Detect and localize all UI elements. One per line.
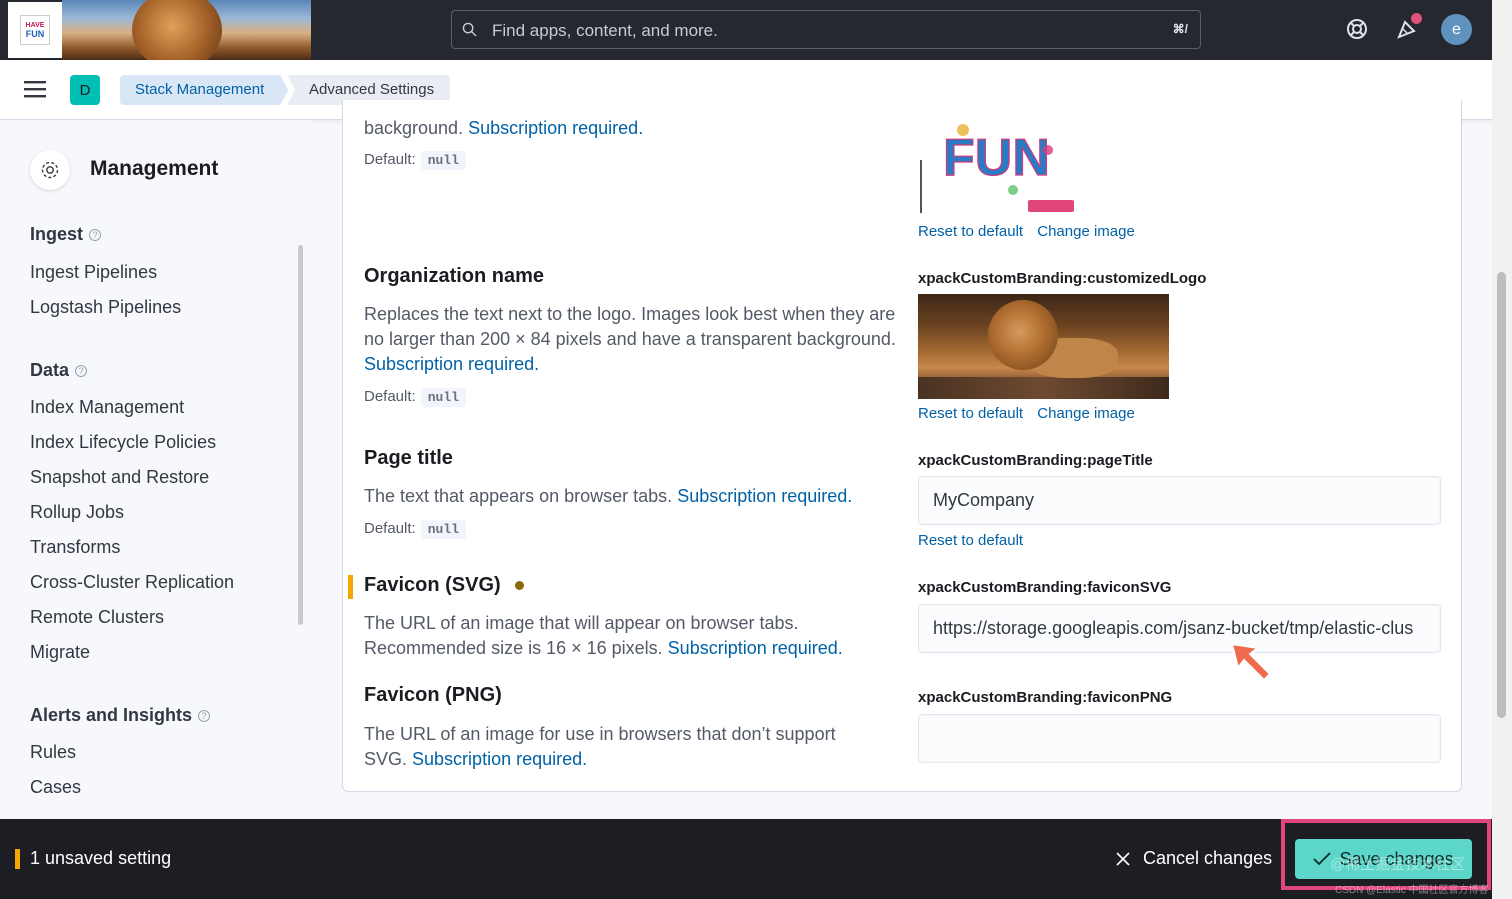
- change-image-link[interactable]: Change image: [1037, 405, 1135, 422]
- setting-title-page-title: Page title: [364, 447, 453, 469]
- sidebar-item-transforms[interactable]: Transforms: [30, 537, 120, 558]
- subscription-link[interactable]: Subscription required.: [364, 354, 539, 374]
- help-circle-icon: ?: [198, 709, 211, 722]
- sidebar-item-logstash-pipelines[interactable]: Logstash Pipelines: [30, 297, 181, 318]
- subscription-link[interactable]: Subscription required.: [677, 486, 852, 506]
- sidebar-item-rules[interactable]: Rules: [30, 742, 76, 763]
- search-icon: [462, 22, 477, 37]
- sidebar-item-cases[interactable]: Cases: [30, 777, 81, 798]
- watermark-csdn: CSDN @Elastic 中国社区官方博客: [1335, 885, 1489, 896]
- help-circle-icon: ?: [89, 228, 102, 241]
- logo-actions: Reset to default Change image: [918, 223, 1145, 240]
- page-title-input[interactable]: MyCompany: [918, 476, 1441, 525]
- subscription-link[interactable]: Subscription required.: [668, 638, 843, 658]
- subscription-link[interactable]: Subscription required.: [412, 749, 587, 769]
- group-label: Data: [30, 360, 70, 380]
- news-notification-dot: [1411, 13, 1422, 24]
- page-title-actions: Reset to default: [918, 532, 1033, 549]
- org-name-actions: Reset to default Change image: [918, 405, 1145, 422]
- sidebar-scrollbar[interactable]: [298, 245, 303, 625]
- favicon-png-key: xpackCustomBranding:faviconPNG: [918, 689, 1173, 706]
- help-circle-icon: ?: [75, 364, 88, 377]
- sidebar-title: Management: [90, 157, 219, 180]
- reset-to-default-link[interactable]: Reset to default: [918, 532, 1023, 549]
- default-value: null: [420, 151, 466, 170]
- group-alerts-insights: Alerts and Insights?: [30, 705, 211, 726]
- unsaved-marker: [15, 849, 20, 869]
- sidebar-item-ingest-pipelines[interactable]: Ingest Pipelines: [30, 262, 157, 283]
- logo-text-bottom: FUN: [25, 29, 45, 39]
- watermark-juejin: @稀土掘金技术社区: [1330, 856, 1466, 873]
- org-name-default: Default: null: [364, 388, 466, 407]
- default-value: null: [420, 388, 466, 407]
- logo-default: Default: null: [364, 151, 466, 170]
- sidebar-item-index-management[interactable]: Index Management: [30, 397, 184, 418]
- unsaved-changes-bar: 1 unsaved setting Cancel changes Save ch…: [0, 819, 1492, 899]
- subscription-link[interactable]: Subscription required.: [468, 118, 643, 138]
- sidebar-item-remote-clusters[interactable]: Remote Clusters: [30, 607, 164, 628]
- favicon-png-desc: The URL of an image for use in browsers …: [364, 724, 836, 769]
- reset-to-default-link[interactable]: Reset to default: [918, 223, 1023, 240]
- favicon-png-input[interactable]: [918, 714, 1441, 763]
- favicon-svg-key: xpackCustomBranding:faviconSVG: [918, 579, 1172, 596]
- sidebar-item-index-lifecycle-policies[interactable]: Index Lifecycle Policies: [30, 432, 216, 453]
- sidebar-item-migrate[interactable]: Migrate: [30, 642, 90, 663]
- favicon-svg-desc: The URL of an image that will appear on …: [364, 613, 843, 658]
- cancel-changes-button[interactable]: Cancel changes: [1115, 848, 1272, 869]
- sidebar-item-cross-cluster-replication[interactable]: Cross-Cluster Replication: [30, 572, 234, 593]
- hamburger-menu-icon[interactable]: [24, 80, 46, 98]
- annotation-arrow-icon: [1230, 642, 1272, 682]
- page-scrollbar-thumb[interactable]: [1497, 272, 1506, 718]
- setting-title-favicon-png: Favicon (PNG): [364, 684, 502, 706]
- space-avatar[interactable]: D: [70, 75, 100, 105]
- setting-title-favicon-svg: Favicon (SVG): [364, 574, 524, 597]
- unsaved-indicator: [348, 575, 353, 599]
- change-image-link[interactable]: Change image: [1037, 223, 1135, 240]
- unsaved-dot: [514, 581, 524, 591]
- check-icon: [1313, 852, 1332, 866]
- search-placeholder: Find apps, content, and more.: [492, 21, 718, 40]
- default-value: null: [420, 520, 466, 539]
- help-icon[interactable]: [1344, 16, 1370, 42]
- logo-preview-text: FUN: [943, 129, 1050, 187]
- page-title-default: Default: null: [364, 520, 466, 539]
- gear-icon: [30, 150, 70, 190]
- home-logo[interactable]: HAVE FUN: [8, 2, 62, 58]
- close-icon: [1116, 851, 1130, 866]
- reset-to-default-link[interactable]: Reset to default: [918, 405, 1023, 422]
- cancel-label: Cancel changes: [1143, 848, 1273, 868]
- org-name-desc: Replaces the text next to the logo. Imag…: [364, 304, 896, 374]
- logo-image: HAVE FUN: [20, 15, 50, 45]
- group-label: Ingest: [30, 224, 84, 244]
- setting-title-org-name: Organization name: [364, 265, 545, 287]
- search-shortcut: ⌘/: [1172, 22, 1188, 36]
- user-avatar[interactable]: e: [1441, 14, 1472, 45]
- favicon-svg-input[interactable]: https://storage.googleapis.com/jsanz-buc…: [918, 604, 1441, 653]
- group-label: Alerts and Insights: [30, 705, 193, 725]
- unsaved-count: 1 unsaved setting: [30, 848, 172, 868]
- global-search-input[interactable]: Find apps, content, and more. ⌘/: [451, 10, 1201, 49]
- group-data: Data?: [30, 360, 88, 381]
- custom-logo-preview: FUN: [920, 124, 1074, 213]
- top-header: HAVE FUN Find apps, content, and more. ⌘…: [0, 0, 1492, 60]
- sidebar-item-snapshot-restore[interactable]: Snapshot and Restore: [30, 467, 209, 488]
- group-ingest: Ingest?: [30, 224, 102, 245]
- sidebar-item-rollup-jobs[interactable]: Rollup Jobs: [30, 502, 124, 523]
- settings-panel: background. Subscription required. Defau…: [342, 100, 1462, 792]
- logo-setting-desc: background. Subscription required.: [364, 118, 644, 138]
- breadcrumb-stack-management[interactable]: Stack Management: [120, 75, 288, 105]
- org-name-key: xpackCustomBranding:customizedLogo: [918, 270, 1207, 287]
- page-title-desc: The text that appears on browser tabs. S…: [364, 486, 853, 506]
- customized-logo-image: [918, 294, 1169, 399]
- management-sidebar: Management Ingest? Ingest Pipelines Logs…: [0, 120, 311, 820]
- custom-logo-banner: [62, 0, 311, 60]
- page-title-key: xpackCustomBranding:pageTitle: [918, 452, 1153, 469]
